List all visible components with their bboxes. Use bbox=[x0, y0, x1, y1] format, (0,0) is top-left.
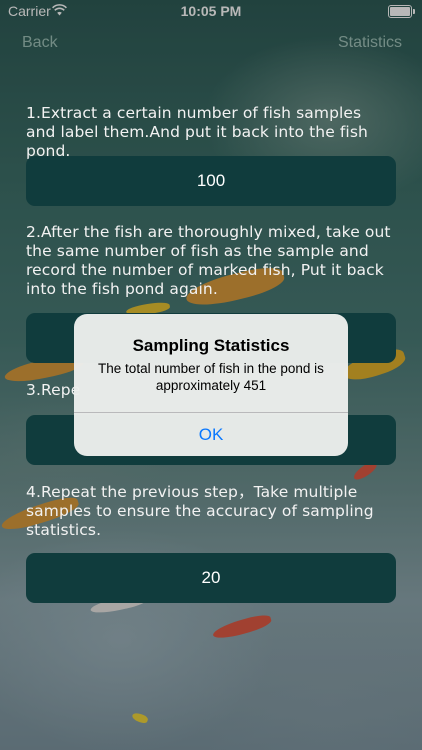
statistics-button[interactable]: Statistics bbox=[338, 34, 402, 52]
ok-button[interactable]: OK bbox=[74, 413, 348, 456]
alert-title: Sampling Statistics bbox=[132, 336, 290, 355]
step-4-instruction: 4.Repeat the previous step，Take multiple… bbox=[26, 483, 374, 539]
sampling-statistics-alert: Sampling Statistics The total number of … bbox=[74, 314, 348, 456]
alert-message: The total number of fish in the pond is … bbox=[98, 361, 324, 393]
repeat-count-field[interactable]: 20 bbox=[26, 553, 396, 603]
sample-count-field[interactable]: 100 bbox=[26, 156, 396, 206]
step-2-instruction: 2.After the fish are thoroughly mixed, t… bbox=[26, 223, 391, 298]
nav-bar: Back Statistics bbox=[0, 34, 422, 54]
step-1-instruction: 1.Extract a certain number of fish sampl… bbox=[26, 104, 368, 160]
back-button[interactable]: Back bbox=[22, 34, 58, 52]
